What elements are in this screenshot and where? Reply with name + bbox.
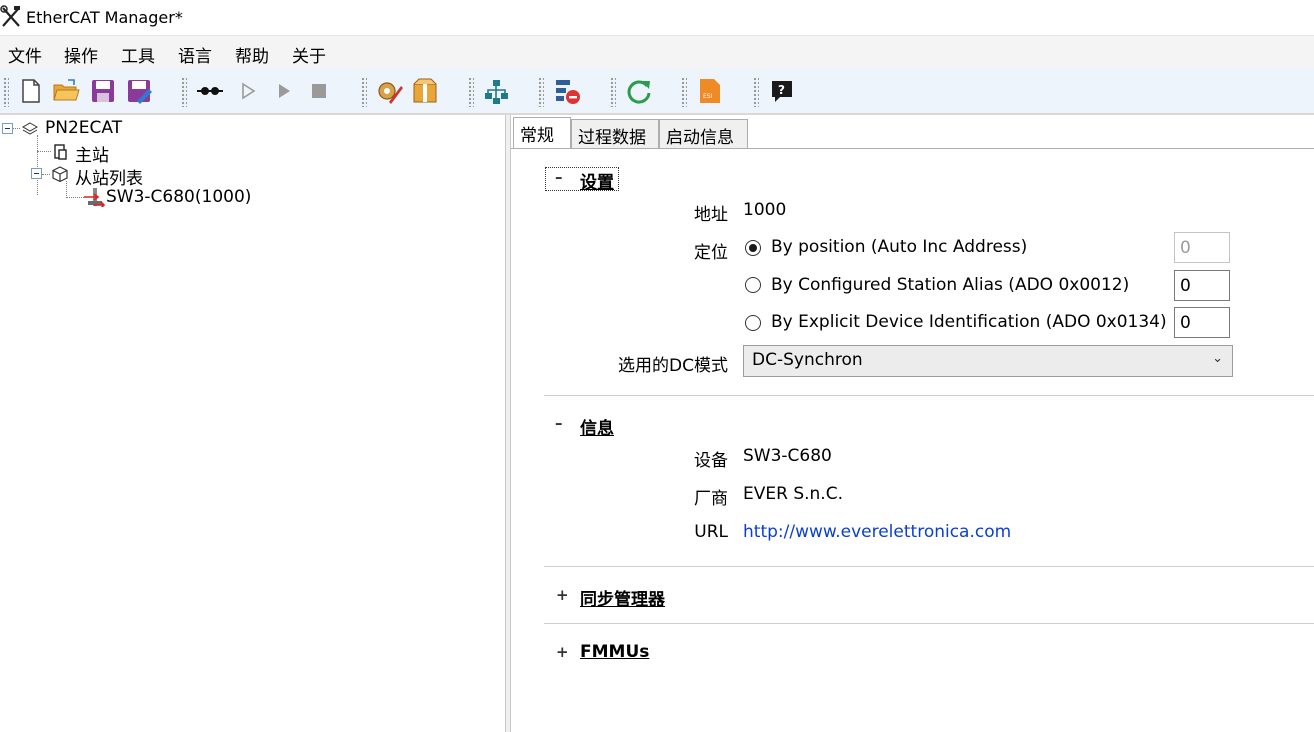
device-label: 设备 <box>694 451 728 471</box>
info-section-header[interactable]: 信息 <box>580 414 614 439</box>
menu-tools[interactable]: 工具 <box>121 42 155 67</box>
tree-root-pn2ecat[interactable]: PN2ECAT <box>45 118 122 138</box>
menu-about[interactable]: 关于 <box>292 42 326 67</box>
tools-icon <box>0 5 20 27</box>
fmmus-section-header[interactable]: FMMUs <box>580 642 649 662</box>
refresh-icon[interactable] <box>625 77 653 105</box>
svg-text:?: ? <box>778 83 785 97</box>
sync-manager-section-header[interactable]: 同步管理器 <box>580 585 665 610</box>
stop-icon[interactable] <box>305 77 333 105</box>
title-bar: EtherCAT Manager* <box>0 0 1314 36</box>
menu-file[interactable]: 文件 <box>8 42 42 67</box>
help-icon[interactable]: ? <box>768 77 796 105</box>
tree-slave-sw3-c680[interactable]: SW3-C680(1000) <box>106 187 251 207</box>
collapse-slaves-toggle[interactable] <box>31 168 42 179</box>
details-pane: 常规 过程数据 启动信息 – 设置 地址 1000 定位 By position… <box>511 115 1314 732</box>
toolbar-grip[interactable] <box>3 77 9 107</box>
open-folder-icon[interactable] <box>52 77 80 105</box>
vendor-value: EVER S.n.C. <box>743 484 843 504</box>
settings-collapse-toggle[interactable]: – <box>555 168 563 186</box>
network-topology-icon[interactable] <box>482 77 510 105</box>
connect-icon[interactable] <box>196 77 224 105</box>
svg-text:ESI: ESI <box>703 93 713 100</box>
tab-general[interactable]: 常规 <box>513 117 571 148</box>
save-as-icon[interactable] <box>125 77 153 105</box>
toolbar: ESI ? <box>0 69 1314 115</box>
settings-pencil-icon[interactable] <box>375 77 403 105</box>
radio-by-alias-label[interactable]: By Configured Station Alias (ADO 0x0012) <box>771 275 1129 295</box>
tab-divider <box>511 148 1314 149</box>
radio-by-explicit-id[interactable] <box>745 315 761 331</box>
dc-mode-label: 选用的DC模式 <box>618 356 728 376</box>
menu-operation[interactable]: 操作 <box>64 42 98 67</box>
menu-language[interactable]: 语言 <box>178 42 212 67</box>
toolbar-grip[interactable] <box>681 77 687 107</box>
remove-slave-icon[interactable] <box>553 77 581 105</box>
section-divider <box>544 566 1314 567</box>
save-icon[interactable] <box>89 77 117 105</box>
toolbar-grip[interactable] <box>361 77 367 107</box>
toolbar-grip[interactable] <box>468 77 474 107</box>
station-alias-input[interactable] <box>1174 270 1230 301</box>
explicit-id-input[interactable] <box>1174 307 1230 338</box>
step-play-icon[interactable] <box>234 77 262 105</box>
chevron-down-icon: ⌄ <box>1212 351 1223 366</box>
section-divider <box>544 395 1314 396</box>
toolbar-grip[interactable] <box>753 77 759 107</box>
window-title: EtherCAT Manager* <box>26 8 183 27</box>
sync-manager-expand-toggle[interactable]: + <box>556 586 569 604</box>
esi-file-icon[interactable]: ESI <box>696 77 724 105</box>
vendor-url-link[interactable]: http://www.everelettronica.com <box>743 522 1011 542</box>
settings-section-header[interactable]: 设置 <box>580 168 614 193</box>
master-icon <box>54 144 67 160</box>
package-icon[interactable] <box>411 77 439 105</box>
auto-inc-address-input[interactable] <box>1174 232 1230 263</box>
info-collapse-toggle[interactable]: – <box>555 414 563 432</box>
section-divider <box>544 623 1314 624</box>
menu-bar: 文件 操作 工具 语言 帮助 关于 <box>0 36 1314 69</box>
toolbar-grip[interactable] <box>181 77 187 107</box>
dc-mode-value: DC-Synchron <box>752 350 863 370</box>
project-tree: PN2ECAT 主站 从站列表 SW3-C680(1000) <box>0 115 505 732</box>
slave-device-icon <box>84 188 106 207</box>
url-label: URL <box>694 522 728 542</box>
fmmus-expand-toggle[interactable]: + <box>556 643 569 661</box>
position-label: 定位 <box>694 243 728 263</box>
new-file-icon[interactable] <box>17 77 45 105</box>
dc-mode-select[interactable]: DC-Synchron ⌄ <box>743 345 1233 377</box>
toolbar-grip[interactable] <box>538 77 544 107</box>
tab-process-data[interactable]: 过程数据 <box>571 119 659 148</box>
address-label: 地址 <box>694 205 728 225</box>
tree-master[interactable]: 主站 <box>75 141 109 166</box>
tree-slave-list[interactable]: 从站列表 <box>75 164 143 189</box>
radio-by-explicit-id-label[interactable]: By Explicit Device Identification (ADO 0… <box>771 312 1167 332</box>
menu-help[interactable]: 帮助 <box>235 42 269 67</box>
tab-startup-info[interactable]: 启动信息 <box>659 119 748 148</box>
address-value: 1000 <box>743 200 787 220</box>
collapse-root-toggle[interactable] <box>2 123 13 134</box>
radio-by-position[interactable] <box>745 240 761 256</box>
layers-icon <box>22 122 38 135</box>
radio-by-position-label[interactable]: By position (Auto Inc Address) <box>771 237 1027 257</box>
radio-by-alias[interactable] <box>745 277 761 293</box>
device-value: SW3-C680 <box>743 446 832 466</box>
vendor-label: 厂商 <box>694 489 728 509</box>
play-icon[interactable] <box>270 77 298 105</box>
toolbar-grip[interactable] <box>610 77 616 107</box>
